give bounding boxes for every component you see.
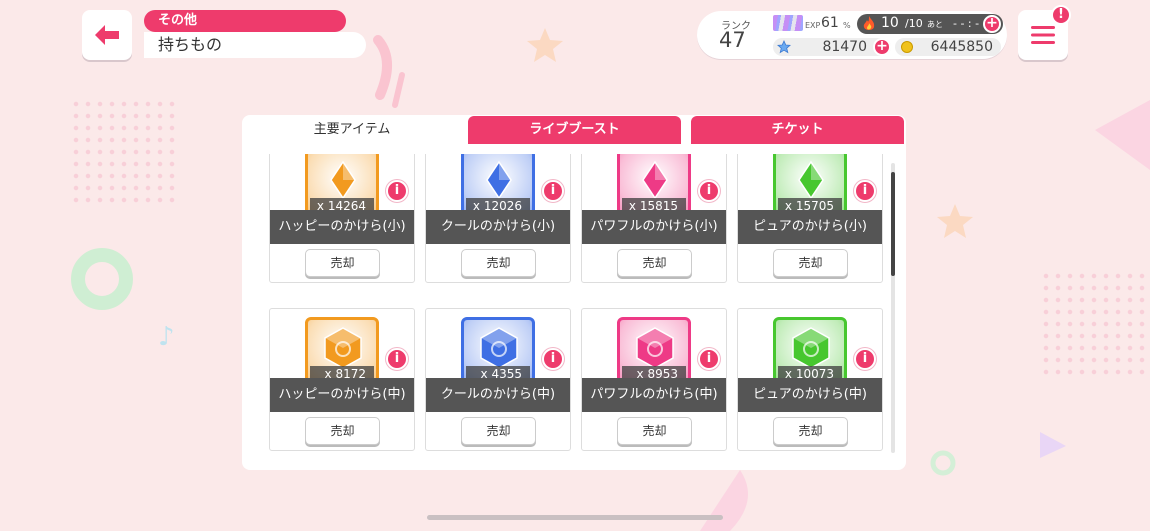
item-name: ハッピーのかけら(中) <box>270 378 414 412</box>
menu-notification-badge: ! <box>1051 5 1071 25</box>
item-name: クールのかけら(中) <box>426 378 570 412</box>
sell-button[interactable]: 売却 <box>461 417 536 445</box>
exp-unit: % <box>843 21 851 30</box>
crystal-shard-icon <box>330 160 356 200</box>
info-button[interactable]: i <box>854 180 876 202</box>
item-name: クールのかけら(小) <box>426 210 570 244</box>
coin-icon <box>901 41 913 53</box>
exp-value: 61 <box>821 15 839 31</box>
stamina-value: 10 <box>881 15 899 31</box>
coin-currency: 6445850 <box>895 38 1001 56</box>
rank-value: 47 <box>719 28 746 52</box>
item-card[interactable]: x 10073 i ピュアのかけら(中) 売却 <box>737 308 883 451</box>
tab-live-boost[interactable]: ライブブースト <box>468 116 681 144</box>
tab-main-items[interactable]: 主要アイテム <box>244 116 460 144</box>
item-name: パワフルのかけら(小) <box>582 210 726 244</box>
crystal-gem-icon <box>324 327 362 369</box>
flame-icon <box>863 16 875 30</box>
item-card[interactable]: x 8953 i パワフルのかけら(中) 売却 <box>581 308 727 451</box>
sell-button[interactable]: 売却 <box>617 417 692 445</box>
item-card[interactable]: x 12026 i クールのかけら(小) 売却 <box>425 154 571 283</box>
sell-button[interactable]: 売却 <box>305 417 380 445</box>
info-button[interactable]: i <box>386 180 408 202</box>
info-button[interactable]: i <box>698 348 720 370</box>
dot-pattern <box>1040 270 1150 380</box>
breadcrumb: その他 <box>144 10 346 32</box>
svg-text:♪: ♪ <box>158 322 175 352</box>
scrollbar-thumb[interactable] <box>891 172 895 276</box>
item-icon[interactable]: x 10073 <box>773 317 847 387</box>
star-count: 81470 <box>822 39 867 55</box>
crystal-shard-icon <box>798 160 824 200</box>
tab-tickets[interactable]: チケット <box>691 116 904 144</box>
sell-button[interactable]: 売却 <box>773 249 848 277</box>
item-name: ピュアのかけら(小) <box>738 210 882 244</box>
info-button[interactable]: i <box>854 348 876 370</box>
stamina-max: /10 <box>905 17 923 30</box>
item-grid[interactable]: x 14264 i ハッピーのかけら(小) 売却 x 12026 i クールのかけら(小) 売… <box>258 154 888 455</box>
coin-count: 6445850 <box>930 39 993 55</box>
status-panel: ランク 47 EXP 61 % 10 /10 あと - - : - - + 81… <box>697 11 1007 59</box>
crystal-shard-icon <box>486 160 512 200</box>
exp-label: EXP <box>805 21 821 30</box>
back-button[interactable] <box>82 10 132 60</box>
home-indicator <box>427 515 723 520</box>
exp-icon <box>773 15 803 31</box>
sell-button[interactable]: 売却 <box>773 417 848 445</box>
arrow-left-icon <box>95 25 119 45</box>
dot-pattern <box>70 98 180 208</box>
item-card[interactable]: x 15815 i パワフルのかけら(小) 売却 <box>581 154 727 283</box>
hamburger-icon <box>1031 26 1055 44</box>
star-icon <box>777 40 791 54</box>
sell-button[interactable]: 売却 <box>461 249 536 277</box>
crystal-gem-icon <box>636 327 674 369</box>
crystal-gem-icon <box>480 327 518 369</box>
item-name: ハッピーのかけら(小) <box>270 210 414 244</box>
item-icon[interactable]: x 8953 <box>617 317 691 387</box>
info-button[interactable]: i <box>542 180 564 202</box>
item-card[interactable]: x 15705 i ピュアのかけら(小) 売却 <box>737 154 883 283</box>
info-button[interactable]: i <box>386 348 408 370</box>
page-title: 持ちもの <box>144 32 366 58</box>
stamina-meter: 10 /10 あと - - : - - <box>857 14 1003 34</box>
item-icon[interactable]: x 8172 <box>305 317 379 387</box>
sell-button[interactable]: 売却 <box>617 249 692 277</box>
stamina-remaining-label: あと <box>927 20 943 29</box>
crystal-shard-icon <box>642 160 668 200</box>
stamina-plus-button[interactable]: + <box>983 15 1001 33</box>
stamina-timer: - - : - - <box>953 17 987 30</box>
star-plus-button[interactable]: + <box>873 38 891 56</box>
info-button[interactable]: i <box>698 180 720 202</box>
item-icon[interactable]: x 4355 <box>461 317 535 387</box>
item-name: パワフルのかけら(中) <box>582 378 726 412</box>
info-button[interactable]: i <box>542 348 564 370</box>
sell-button[interactable]: 売却 <box>305 249 380 277</box>
crystal-gem-icon <box>792 327 830 369</box>
item-card[interactable]: x 8172 i ハッピーのかけら(中) 売却 <box>269 308 415 451</box>
item-card[interactable]: x 14264 i ハッピーのかけら(小) 売却 <box>269 154 415 283</box>
item-card[interactable]: x 4355 i クールのかけら(中) 売却 <box>425 308 571 451</box>
item-name: ピュアのかけら(中) <box>738 378 882 412</box>
